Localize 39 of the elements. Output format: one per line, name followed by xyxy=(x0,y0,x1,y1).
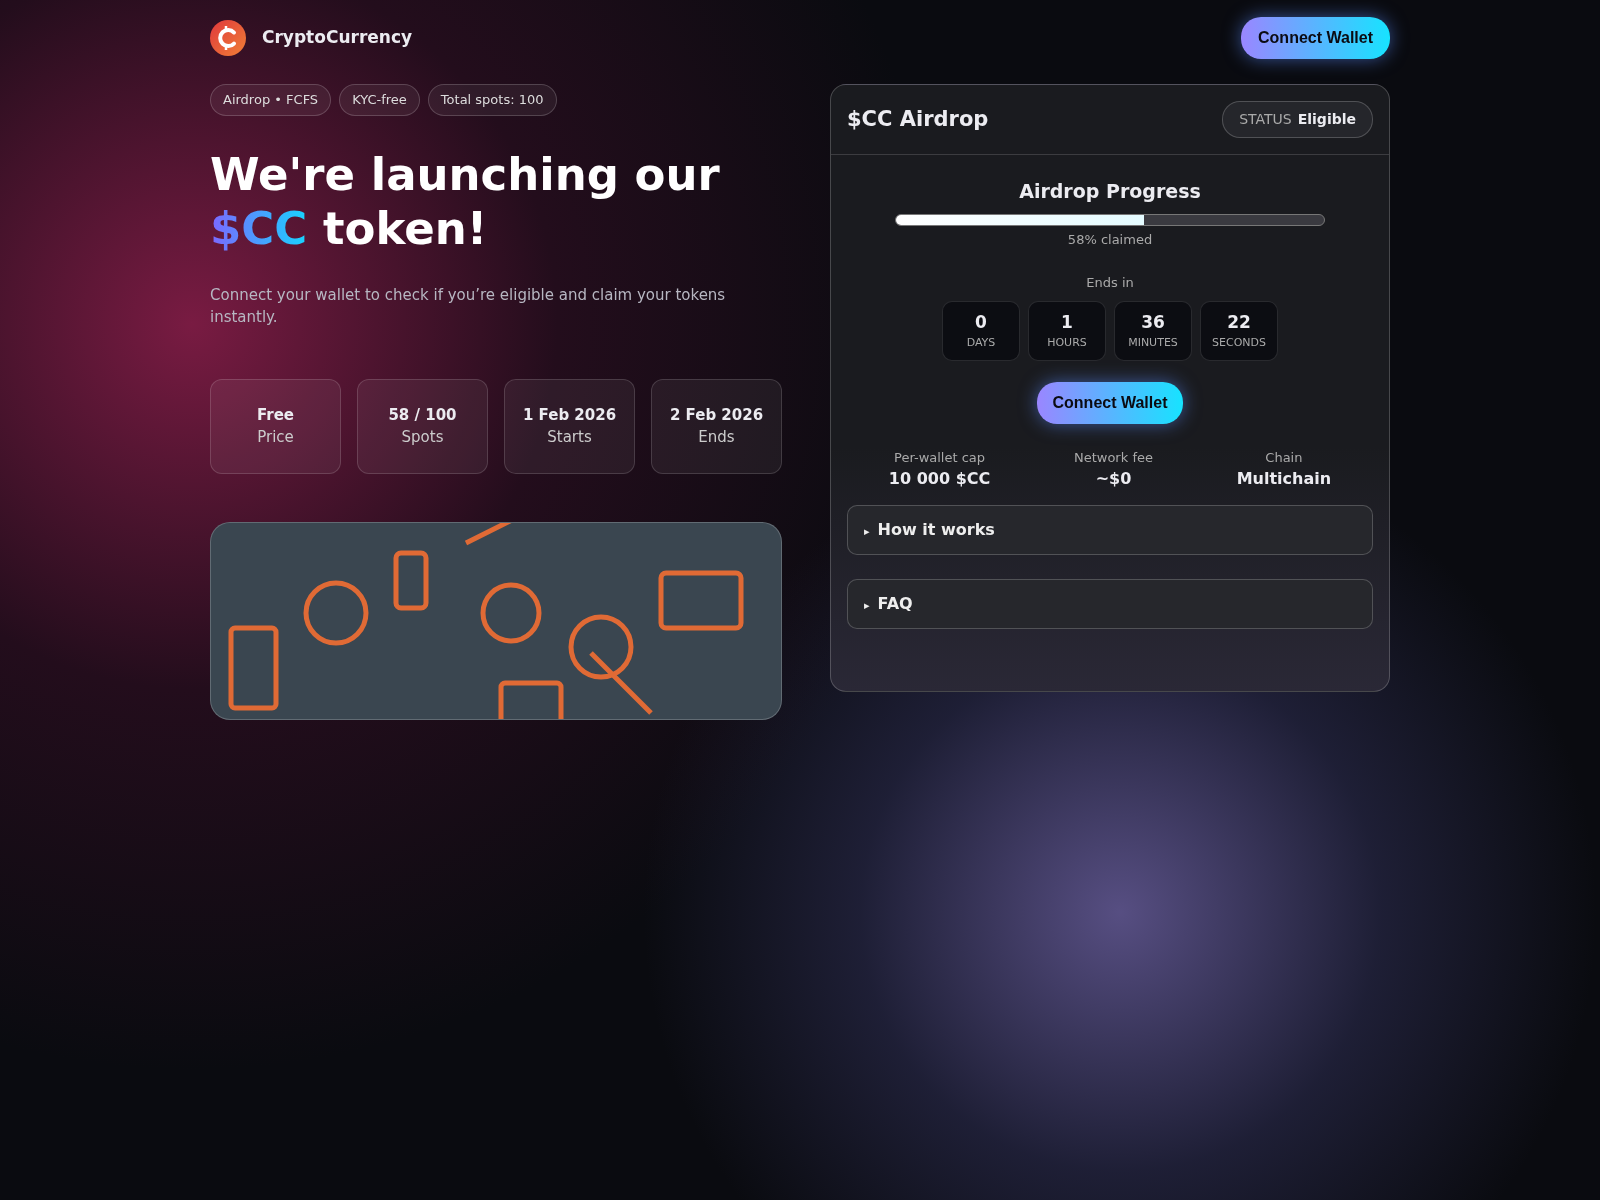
countdown-value: 36 xyxy=(1140,310,1166,334)
connect-wallet-button[interactable]: Connect Wallet xyxy=(1241,17,1390,59)
headline: We're launching our $CC token! xyxy=(210,147,721,256)
stat-value: 58 / 100 xyxy=(387,404,458,426)
stat-label: Ends xyxy=(697,427,736,448)
panel-title: $CC Airdrop xyxy=(847,105,989,133)
countdown-unit: DAYS xyxy=(965,335,997,351)
logo-icon xyxy=(210,20,246,56)
brand-name: CryptoCurrency xyxy=(262,26,413,50)
countdown-value: 22 xyxy=(1226,310,1252,334)
connect-wallet-button[interactable]: Connect Wallet xyxy=(1036,381,1184,424)
countdown-unit: SECONDS xyxy=(1211,335,1267,351)
countdown-unit: HOURS xyxy=(1046,335,1088,351)
tag-pill: KYC-free xyxy=(339,84,420,116)
status-value: Eligible xyxy=(1297,111,1356,127)
fact-label: Per-wallet cap xyxy=(893,448,987,467)
accordion-header[interactable]: ▸ How it works xyxy=(847,505,1373,555)
countdown-label: Ends in xyxy=(1086,274,1134,292)
stat-label: Spots xyxy=(400,427,445,448)
fact-label: Chain xyxy=(1264,448,1304,467)
status-label: STATUS xyxy=(1239,111,1292,127)
countdown-value: 0 xyxy=(974,310,988,334)
fact-label: Network fee xyxy=(1072,448,1154,467)
stat-label: Price xyxy=(256,427,295,448)
stat-value: 2 Feb 2026 xyxy=(668,404,765,426)
stat-label: Starts xyxy=(546,427,593,448)
fact-value: ~$0 xyxy=(1094,468,1133,490)
progress-title: Airdrop Progress xyxy=(1019,179,1201,204)
progress-caption: 58% claimed xyxy=(1067,230,1153,249)
tag-pill: Total spots: 100 xyxy=(427,84,557,116)
countdown-value: 1 xyxy=(1060,310,1074,334)
subtitle: Connect your wallet to check if you’re eligible and claim your tokens instantly. xyxy=(210,284,727,328)
tag-pill: Airdrop • FCFS xyxy=(210,84,332,116)
countdown-unit: MINUTES xyxy=(1127,335,1179,351)
stat-value: Free xyxy=(256,404,295,426)
fact-value: Multichain xyxy=(1235,468,1333,490)
stat-value: 1 Feb 2026 xyxy=(521,404,618,426)
fact-value: 10 000 $CC xyxy=(887,468,992,490)
accordion-header[interactable]: ▸ FAQ xyxy=(847,579,1373,629)
